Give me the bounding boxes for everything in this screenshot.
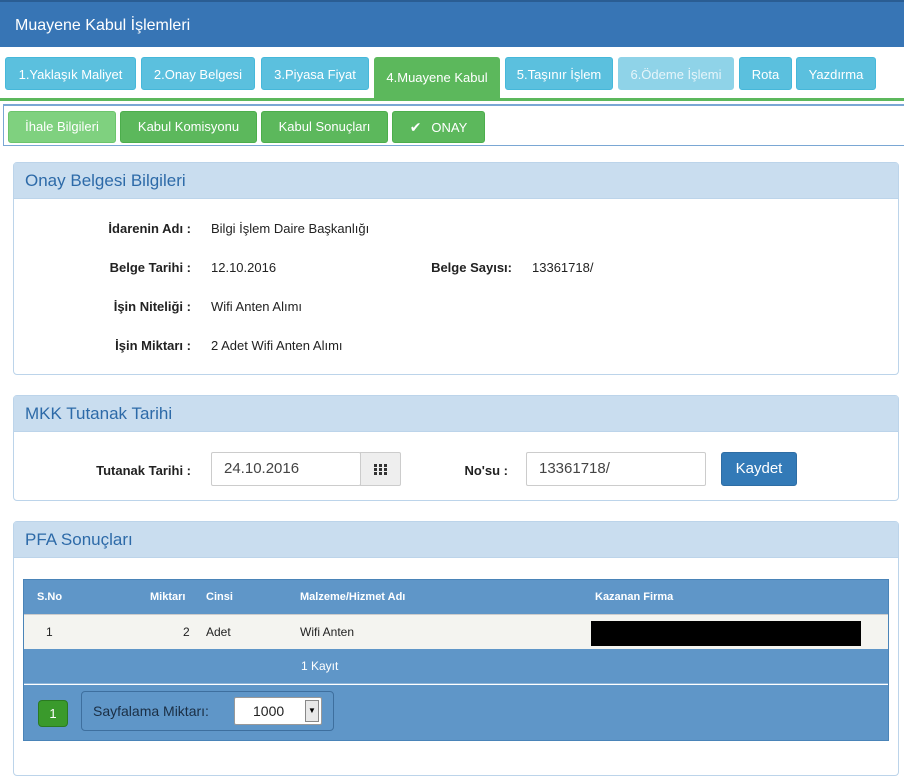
- subtab-kabul-sonuclari[interactable]: Kabul Sonuçları: [261, 111, 388, 143]
- pfa-grid: S.No Miktarı Cinsi Malzeme/Hizmet Adı Ka…: [23, 579, 889, 741]
- tab-yazdirma[interactable]: Yazdırma: [796, 57, 876, 90]
- main-tab-bar: 1.Yaklaşık Maliyet 2.Onay Belgesi 3.Piya…: [0, 47, 904, 101]
- onay-panel-title: Onay Belgesi Bilgileri: [14, 163, 898, 199]
- onay-label: ONAY: [431, 120, 468, 135]
- record-count: 1 Kayıt: [301, 659, 339, 673]
- tab-muayene-kabul[interactable]: 4.Muayene Kabul: [374, 57, 500, 101]
- tab-onay-belgesi[interactable]: 2.Onay Belgesi: [141, 57, 255, 90]
- col-kazanan-firma[interactable]: Kazanan Firma: [595, 580, 673, 614]
- belge-sayisi-label: Belge Sayısı:: [431, 260, 512, 275]
- sub-tab-bar: İhale Bilgileri Kabul Komisyonu Kabul So…: [3, 104, 904, 146]
- col-miktar[interactable]: Miktarı: [150, 580, 185, 614]
- cell-cinsi: Adet: [206, 625, 231, 639]
- page-size-label: Sayfalama Miktarı:: [93, 703, 209, 719]
- belge-tarihi-label: Belge Tarihi :: [109, 260, 191, 275]
- onay-belgesi-panel: Onay Belgesi Bilgileri İdarenin Adı : Bi…: [13, 162, 899, 375]
- cell-miktar: 2: [183, 625, 190, 639]
- pfa-sonuclari-panel: PFA Sonuçları S.No Miktarı Cinsi Malzeme…: [13, 521, 899, 776]
- mkk-panel-title: MKK Tutanak Tarihi: [14, 396, 898, 432]
- idare-label: İdarenin Adı :: [108, 221, 191, 236]
- tab-yaklasik-maliyet[interactable]: 1.Yaklaşık Maliyet: [5, 57, 136, 90]
- isin-niteligi-value: Wifi Anten Alımı: [211, 299, 303, 314]
- belge-tarihi-value: 12.10.2016: [211, 260, 277, 275]
- page-size-value: 1000: [253, 703, 285, 719]
- tab-piyasa-fiyat[interactable]: 3.Piyasa Fiyat: [261, 57, 369, 90]
- mkk-tutanak-panel: MKK Tutanak Tarihi Tutanak Tarihi : 24.1…: [13, 395, 899, 501]
- grid-footer: 1 Kayıt: [24, 649, 888, 684]
- col-sno[interactable]: S.No: [37, 580, 62, 614]
- tab-rota[interactable]: Rota: [739, 57, 792, 90]
- col-malzeme[interactable]: Malzeme/Hizmet Adı: [300, 580, 405, 614]
- col-cinsi[interactable]: Cinsi: [206, 580, 233, 614]
- pager: 1 Sayfalama Miktarı: 1000 ▼: [24, 685, 888, 740]
- app-header: Muayene Kabul İşlemleri: [0, 0, 904, 47]
- redacted-firma: [591, 621, 861, 646]
- save-button[interactable]: Kaydet: [721, 452, 797, 486]
- page-1-button[interactable]: 1: [38, 700, 68, 727]
- tab-odeme-islemi[interactable]: 6.Ödeme İşlemi: [618, 57, 734, 90]
- pfa-panel-title: PFA Sonuçları: [14, 522, 898, 558]
- isin-niteligi-label: İşin Niteliği :: [113, 299, 191, 314]
- grid-header: S.No Miktarı Cinsi Malzeme/Hizmet Adı Ka…: [24, 580, 888, 614]
- onay-button[interactable]: ✔ ONAY: [392, 111, 485, 143]
- isin-miktari-label: İşin Miktarı :: [115, 338, 191, 353]
- check-icon: ✔: [409, 119, 422, 135]
- table-row[interactable]: 1 2 Adet Wifi Anten: [24, 614, 888, 649]
- no-label: No'su :: [464, 463, 508, 478]
- isin-miktari-value: 2 Adet Wifi Anten Alımı: [211, 338, 343, 353]
- subtab-ihale-bilgileri[interactable]: İhale Bilgileri: [8, 111, 116, 143]
- tutanak-tarihi-input[interactable]: 24.10.2016: [211, 452, 361, 486]
- calendar-button[interactable]: [360, 452, 401, 486]
- no-input[interactable]: 13361718/: [526, 452, 706, 486]
- page-title: Muayene Kabul İşlemleri: [15, 17, 191, 34]
- page-size-box: Sayfalama Miktarı: 1000 ▼: [81, 691, 334, 731]
- tutanak-tarihi-label: Tutanak Tarihi :: [96, 463, 191, 478]
- tab-tasinir-islem[interactable]: 5.Taşınır İşlem: [505, 57, 613, 90]
- subtab-kabul-komisyonu[interactable]: Kabul Komisyonu: [120, 111, 257, 143]
- calendar-icon: [374, 464, 387, 476]
- idare-value: Bilgi İşlem Daire Başkanlığı: [211, 221, 370, 236]
- cell-sno: 1: [46, 625, 53, 639]
- chevron-down-icon[interactable]: ▼: [305, 700, 319, 722]
- cell-malzeme: Wifi Anten: [300, 625, 355, 639]
- page-size-select[interactable]: 1000 ▼: [234, 697, 322, 725]
- belge-sayisi-value: 13361718/: [532, 260, 594, 275]
